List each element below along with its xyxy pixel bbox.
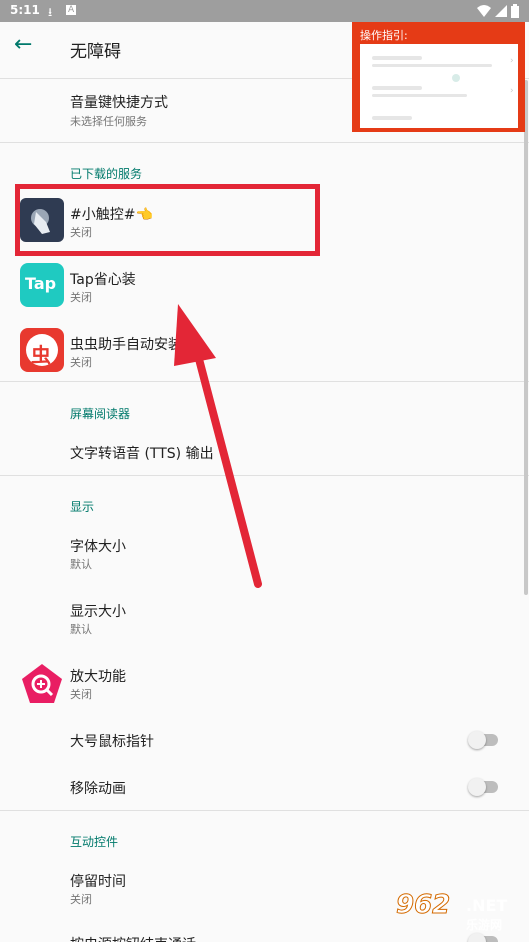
divider: [0, 142, 529, 143]
tap-summary: 关闭: [70, 291, 92, 304]
tap-icon-text: Tap: [25, 274, 57, 293]
watermark-number: 962: [395, 890, 451, 921]
large-pointer-item[interactable]: 大号鼠标指针: [0, 718, 529, 762]
display-header: 显示: [70, 500, 95, 514]
highlight-box: [15, 184, 320, 256]
downloaded-services-header: 已下载的服务: [70, 167, 143, 181]
volume-shortcut-title: 音量键快捷方式: [70, 95, 168, 111]
display-size-title: 显示大小: [70, 604, 126, 620]
remove-animation-toggle[interactable]: [468, 778, 498, 796]
notification-icon: A: [66, 5, 77, 15]
guide-title: 操作指引:: [360, 29, 408, 42]
chongchong-title: 虫虫助手自动安装: [70, 337, 182, 353]
status-time: 5:11: [10, 3, 40, 17]
screen-reader-header: 屏幕阅读器: [70, 407, 131, 421]
arrow-back-icon[interactable]: ←: [14, 32, 32, 57]
divider: [0, 810, 529, 811]
interaction-controls-header: 互动控件: [70, 835, 119, 849]
display-size-summary: 默认: [70, 623, 92, 636]
font-size-summary: 默认: [70, 558, 92, 571]
power-end-call-title: 按电源按钮结束通话: [70, 934, 196, 942]
guide-overlay: 操作指引: › ›: [352, 22, 525, 132]
status-bar: 5:11 ⭳ A: [0, 0, 529, 22]
chongchong-app-icon: 虫: [20, 328, 64, 372]
page-title: 无障碍: [70, 42, 121, 62]
magnification-title: 放大功能: [70, 669, 126, 685]
watermark-logo: 962 .NET 乐游网: [392, 890, 526, 936]
chongchong-summary: 关闭: [70, 356, 92, 369]
scrollbar[interactable]: [524, 80, 528, 595]
chongchong-icon-text: 虫: [31, 343, 51, 367]
download-icon: ⭳: [48, 5, 53, 19]
dwell-time-title: 停留时间: [70, 874, 126, 890]
red-arrow-icon: [174, 304, 262, 588]
power-end-call-toggle[interactable]: [468, 933, 498, 942]
signal-icon: [495, 5, 507, 17]
tap-app-icon: Tap: [20, 263, 64, 307]
volume-shortcut-summary: 未选择任何服务: [70, 115, 147, 128]
watermark-net: .NET: [466, 896, 508, 915]
wifi-icon: [477, 5, 491, 17]
dwell-time-summary: 关闭: [70, 893, 92, 906]
guide-preview: › ›: [360, 44, 518, 128]
remove-animation-title: 移除动画: [70, 781, 126, 797]
battery-icon: [511, 4, 519, 18]
font-size-title: 字体大小: [70, 539, 126, 555]
large-pointer-title: 大号鼠标指针: [70, 734, 154, 750]
remove-animation-item[interactable]: 移除动画: [0, 766, 529, 810]
tap-title: Tap省心装: [70, 272, 136, 288]
large-pointer-toggle[interactable]: [468, 731, 498, 749]
magnifier-icon: [22, 664, 62, 703]
watermark-subtitle: 乐游网: [466, 918, 503, 932]
magnification-item[interactable]: 放大功能 关闭: [0, 654, 529, 712]
magnification-summary: 关闭: [70, 688, 92, 701]
display-size-item[interactable]: 显示大小 默认: [0, 589, 529, 647]
